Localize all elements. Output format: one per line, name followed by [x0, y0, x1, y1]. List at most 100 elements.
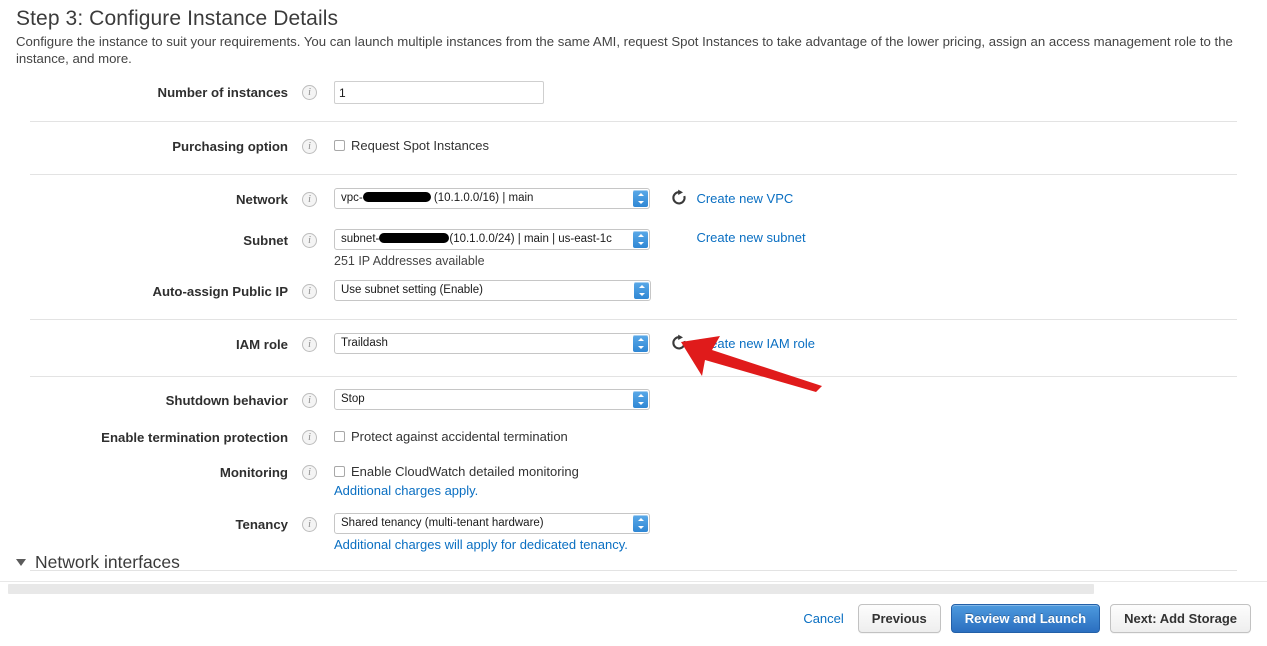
- label-network: Network: [235, 192, 288, 207]
- row-network: Network i vpc- (10.1.0.0/16) | main Crea…: [0, 188, 1267, 214]
- control-auto-assign-public-ip: Use subnet setting (Enable): [334, 280, 1237, 301]
- review-and-launch-button[interactable]: Review and Launch: [950, 604, 1101, 633]
- chevron-updown-icon[interactable]: [633, 391, 648, 408]
- label-number-of-instances: Number of instances: [157, 85, 288, 100]
- page-title: Step 3: Configure Instance Details: [16, 7, 339, 30]
- info-icon-auto-assign-public-ip[interactable]: i: [302, 284, 317, 299]
- control-network: vpc- (10.1.0.0/16) | main Create new VPC: [334, 188, 1237, 209]
- info-icon-iam-role[interactable]: i: [302, 337, 317, 352]
- row-shutdown-behavior: Shutdown behavior i Stop: [0, 389, 1267, 415]
- instance-details-form: Number of instances i Purchasing option …: [0, 81, 1267, 571]
- label-auto-assign-public-ip: Auto-assign Public IP: [152, 284, 288, 299]
- request-spot-instances-label: Request Spot Instances: [351, 138, 490, 153]
- network-vpc-value: vpc- (10.1.0.0/16) | main: [335, 189, 649, 208]
- monitoring-charges-link[interactable]: Additional charges apply.: [334, 480, 1237, 500]
- horizontal-scrollbar[interactable]: [0, 581, 1267, 596]
- network-interfaces-title: Network interfaces: [35, 552, 180, 572]
- row-auto-assign-public-ip: Auto-assign Public IP i Use subnet setti…: [0, 280, 1267, 306]
- row-termination-protection: Enable termination protection i Protect …: [0, 426, 1267, 452]
- previous-button[interactable]: Previous: [857, 604, 941, 633]
- auto-assign-public-ip-value: Use subnet setting (Enable): [341, 284, 483, 296]
- tenancy-charges-link[interactable]: Additional charges will apply for dedica…: [334, 534, 1237, 554]
- iam-role-value: Traildash: [341, 337, 388, 349]
- control-purchasing-option: Request Spot Instances: [334, 135, 1237, 154]
- subnet-value: subnet- (10.1.0.0/24) | main | us-east-1c: [335, 230, 649, 249]
- caret-down-icon[interactable]: [16, 559, 26, 566]
- termination-protection-checkbox[interactable]: [334, 431, 345, 442]
- info-icon-purchasing-option[interactable]: i: [302, 139, 317, 154]
- label-iam-role: IAM role: [235, 337, 288, 352]
- create-new-iam-role-link[interactable]: Create new IAM role: [696, 336, 815, 351]
- control-tenancy: Shared tenancy (multi-tenant hardware) A…: [334, 513, 1237, 554]
- refresh-icon[interactable]: [670, 189, 688, 207]
- subnet-select[interactable]: subnet- (10.1.0.0/24) | main | us-east-1c: [334, 229, 650, 250]
- chevron-updown-icon[interactable]: [633, 335, 648, 352]
- iam-role-aside: Create new IAM role: [670, 333, 815, 352]
- refresh-icon[interactable]: [670, 334, 688, 352]
- next-add-storage-button[interactable]: Next: Add Storage: [1110, 604, 1251, 633]
- subnet-aside: Create new subnet: [696, 229, 805, 245]
- label-purchasing-option: Purchasing option: [172, 139, 288, 154]
- info-icon-number-of-instances[interactable]: i: [302, 85, 317, 100]
- shutdown-behavior-value: Stop: [341, 393, 365, 405]
- info-icon-termination-protection[interactable]: i: [302, 430, 317, 445]
- info-icon-monitoring[interactable]: i: [302, 465, 317, 480]
- termination-protection-label: Protect against accidental termination: [351, 429, 568, 444]
- divider-5: [30, 570, 1237, 571]
- number-of-instances-input[interactable]: [334, 81, 544, 104]
- subnet-prefix: subnet-: [341, 233, 380, 245]
- control-subnet: subnet- (10.1.0.0/24) | main | us-east-1c…: [334, 229, 1237, 270]
- network-vpc-suffix: (10.1.0.0/16) | main: [430, 192, 534, 204]
- label-monitoring: Monitoring: [219, 465, 288, 480]
- info-icon-tenancy[interactable]: i: [302, 517, 317, 532]
- create-new-subnet-link[interactable]: Create new subnet: [696, 230, 805, 245]
- control-termination-protection: Protect against accidental termination: [334, 426, 1237, 445]
- shutdown-behavior-select[interactable]: Stop: [334, 389, 650, 410]
- chevron-updown-icon[interactable]: [633, 231, 648, 248]
- label-shutdown-behavior: Shutdown behavior: [165, 393, 288, 408]
- network-interfaces-section[interactable]: Network interfaces: [16, 552, 180, 573]
- cancel-button[interactable]: Cancel: [803, 611, 847, 626]
- subnet-suffix: (10.1.0.0/24) | main | us-east-1c: [449, 233, 612, 245]
- label-subnet: Subnet: [243, 233, 288, 248]
- divider-2: [30, 174, 1237, 175]
- control-monitoring: Enable CloudWatch detailed monitoring Ad…: [334, 461, 1237, 500]
- label-termination-protection: Enable termination protection: [101, 430, 288, 445]
- label-tenancy: Tenancy: [235, 517, 288, 532]
- info-icon-subnet[interactable]: i: [302, 233, 317, 248]
- footer-actions: Cancel Previous Review and Launch Next: …: [803, 604, 1251, 633]
- subnet-ip-availability: 251 IP Addresses available: [334, 254, 485, 268]
- divider-4: [30, 376, 1237, 377]
- row-purchasing-option: Purchasing option i Request Spot Instanc…: [0, 135, 1267, 161]
- network-vpc-redaction: [362, 192, 431, 202]
- monitoring-label: Enable CloudWatch detailed monitoring: [351, 464, 579, 479]
- network-aside: Create new VPC: [670, 188, 793, 207]
- network-vpc-prefix: vpc-: [341, 192, 363, 204]
- auto-assign-public-ip-select[interactable]: Use subnet setting (Enable): [334, 280, 651, 301]
- row-subnet: Subnet i subnet- (10.1.0.0/24) | main | u…: [0, 229, 1267, 270]
- divider-3: [30, 319, 1237, 320]
- row-number-of-instances: Number of instances i: [0, 81, 1267, 107]
- chevron-updown-icon[interactable]: [633, 190, 648, 207]
- divider-1: [30, 121, 1237, 122]
- row-tenancy: Tenancy i Shared tenancy (multi-tenant h…: [0, 513, 1267, 554]
- chevron-updown-icon[interactable]: [634, 282, 649, 299]
- row-iam-role: IAM role i Traildash Create new IAM role: [0, 333, 1267, 359]
- control-shutdown-behavior: Stop: [334, 389, 1237, 410]
- network-vpc-select[interactable]: vpc- (10.1.0.0/16) | main: [334, 188, 650, 209]
- iam-role-select[interactable]: Traildash: [334, 333, 650, 354]
- control-number-of-instances: [334, 81, 1237, 104]
- tenancy-select[interactable]: Shared tenancy (multi-tenant hardware): [334, 513, 650, 534]
- request-spot-instances-checkbox[interactable]: [334, 140, 345, 151]
- monitoring-checkbox[interactable]: [334, 466, 345, 477]
- info-icon-shutdown-behavior[interactable]: i: [302, 393, 317, 408]
- info-icon-network[interactable]: i: [302, 192, 317, 207]
- create-new-vpc-link[interactable]: Create new VPC: [696, 191, 793, 206]
- page-header: Step 3: Configure Instance Details Confi…: [0, 0, 1267, 67]
- chevron-updown-icon[interactable]: [633, 515, 648, 532]
- subnet-redaction: [379, 233, 450, 243]
- page-description: Configure the instance to suit your requ…: [16, 34, 1233, 66]
- scrollbar-thumb[interactable]: [8, 584, 1094, 594]
- tenancy-value: Shared tenancy (multi-tenant hardware): [341, 517, 544, 529]
- control-iam-role: Traildash Create new IAM role: [334, 333, 1237, 354]
